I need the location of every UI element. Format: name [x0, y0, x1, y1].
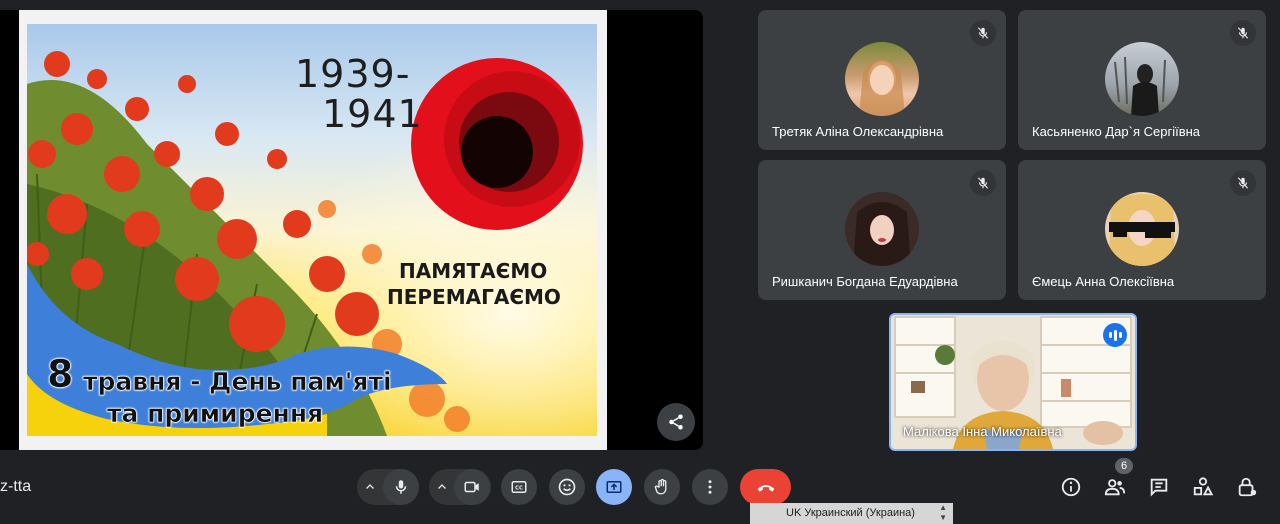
avatar: [845, 42, 919, 116]
avatar: [1105, 42, 1179, 116]
slide-date-number: 8: [47, 352, 74, 397]
language-label: UK Украинский (Украина): [786, 507, 915, 519]
people-icon: [1104, 479, 1126, 496]
keyboard-language-indicator[interactable]: UK Украинский (Украина) ▲ ▼: [750, 503, 953, 524]
active-speaker-name: Малікова Інна Миколаївна: [903, 424, 1062, 439]
speaking-indicator-icon: [1103, 323, 1127, 347]
people-button[interactable]: [1102, 474, 1128, 500]
more-options-button[interactable]: [692, 469, 728, 505]
participant-name: Касьяненко Дар`я Сергіївна: [1032, 124, 1201, 139]
share-button[interactable]: [657, 403, 695, 441]
emoji-button[interactable]: [549, 469, 585, 505]
presentation-stage: 1939- 1941 ПАМЯТАЄМО ПЕРЕМАГАЄМО 8 травн…: [0, 10, 703, 450]
slide-artwork: 1939- 1941 ПАМЯТАЄМО ПЕРЕМАГАЄМО 8 травн…: [27, 24, 597, 436]
host-controls-button[interactable]: [1234, 474, 1260, 500]
present-icon: [606, 481, 622, 493]
more-icon: [708, 480, 712, 494]
slide-date-subtitle: та примирення: [107, 399, 324, 429]
chevron-up-down-icon: ▲ ▼: [939, 503, 947, 522]
svg-text:CC: CC: [515, 486, 523, 492]
slide-year-end: 1941: [322, 92, 423, 136]
participant-name: Третяк Аліна Олександрівна: [772, 124, 944, 139]
slide-motto-win: ПЕРЕМАГАЄМО: [387, 285, 561, 309]
mic-button[interactable]: [383, 469, 419, 505]
participants-count-badge: 6: [1115, 458, 1133, 474]
mic-off-icon: [1230, 20, 1256, 46]
avatar: [1105, 192, 1179, 266]
chevron-up-icon[interactable]: [357, 481, 383, 493]
end-call-button[interactable]: [740, 469, 791, 505]
meeting-code: z-tta: [0, 478, 32, 495]
slide-year-start: 1939-: [295, 52, 411, 96]
mic-icon: [395, 480, 407, 494]
active-speaker-tile[interactable]: Малікова Інна Миколаївна: [889, 313, 1137, 451]
captions-icon: CC: [511, 481, 527, 493]
participant-tile[interactable]: Ришканич Богдана Едуардівна: [758, 160, 1006, 300]
info-icon: [1061, 477, 1081, 497]
captions-button[interactable]: CC: [501, 469, 537, 505]
share-icon: [669, 414, 683, 430]
raise-hand-button[interactable]: [644, 469, 680, 505]
chat-button[interactable]: [1146, 474, 1172, 500]
slide-date-title: травня - День пам'яті: [83, 367, 392, 397]
participant-tile[interactable]: Ємець Анна Олексіївна: [1018, 160, 1266, 300]
hand-icon: [654, 478, 667, 495]
participant-tile[interactable]: Третяк Аліна Олександрівна: [758, 10, 1006, 150]
presentation-slide: 1939- 1941 ПАМЯТАЄМО ПЕРЕМАГАЄМО 8 травн…: [19, 10, 607, 450]
mic-off-icon: [970, 170, 996, 196]
slide-motto-remember: ПАМЯТАЄМО: [399, 259, 548, 283]
end-call-icon: [757, 485, 774, 492]
meeting-info-button[interactable]: [1058, 474, 1084, 500]
chat-icon: [1150, 478, 1168, 497]
activities-button[interactable]: [1190, 474, 1216, 500]
host-controls-icon: [1238, 477, 1257, 497]
chevron-up-icon[interactable]: [429, 481, 455, 493]
participant-name: Ришканич Богдана Едуардівна: [772, 274, 958, 289]
avatar: [845, 192, 919, 266]
activities-icon: [1193, 477, 1214, 496]
participant-tile[interactable]: Касьяненко Дар`я Сергіївна: [1018, 10, 1266, 150]
emoji-icon: [558, 478, 576, 496]
camera-icon: [464, 481, 479, 493]
participant-name: Ємець Анна Олексіївна: [1032, 274, 1175, 289]
camera-button[interactable]: [454, 469, 490, 505]
present-button[interactable]: [596, 469, 632, 505]
mic-off-icon: [1230, 170, 1256, 196]
mic-off-icon: [970, 20, 996, 46]
